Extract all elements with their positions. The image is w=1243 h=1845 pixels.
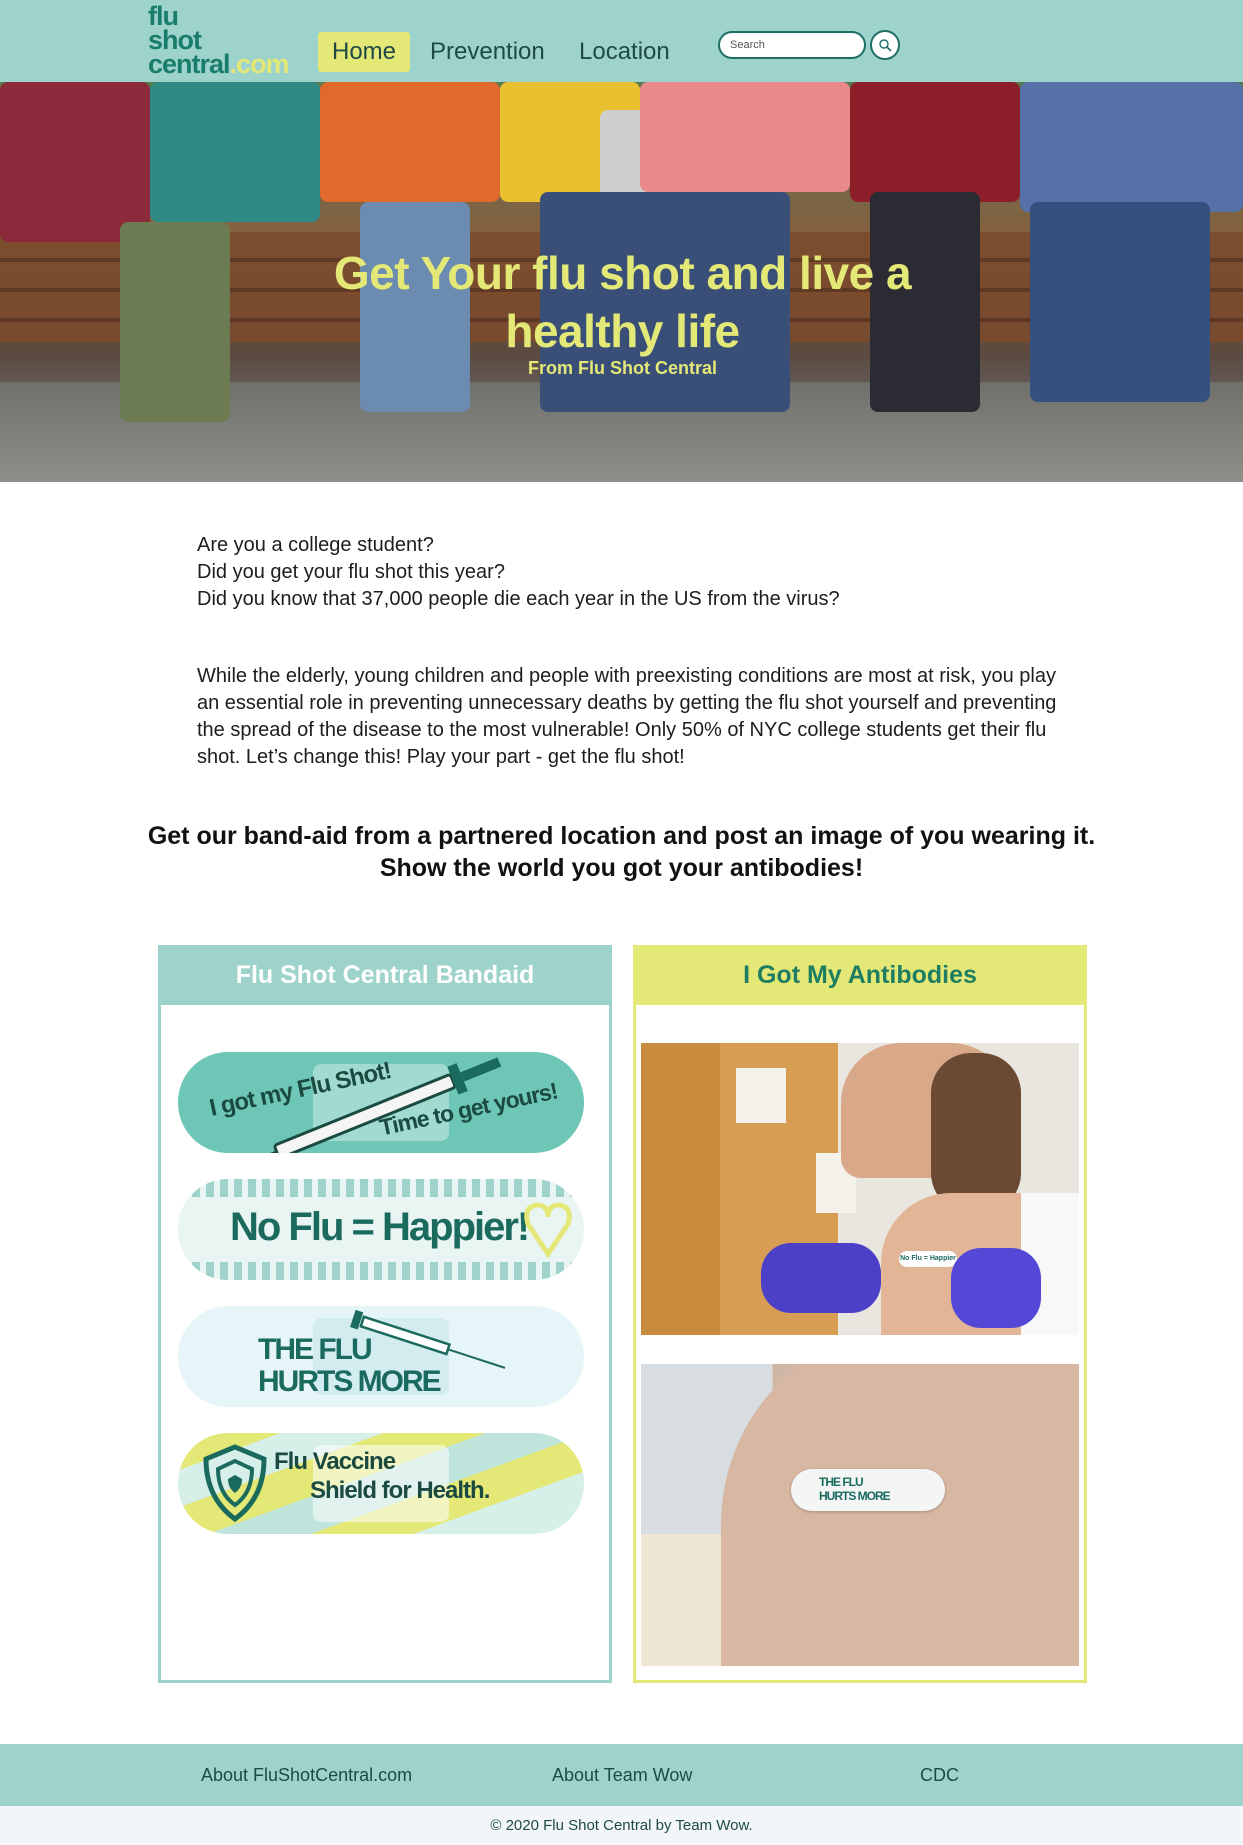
photo-bandaid-text: THE FLU HURTS MORE (819, 1475, 891, 1503)
hero-person (320, 82, 500, 202)
hero-person (1020, 82, 1243, 212)
shield-icon (203, 1444, 267, 1523)
search-input[interactable] (718, 31, 866, 59)
bandaid-text-line: THE FLU (819, 1475, 864, 1489)
bandaid-text-line: HURTS MORE (258, 1365, 442, 1398)
intro-questions: Are you a college student? Did you get y… (197, 532, 1077, 613)
footer-about-site-link[interactable]: About FluShotCentral.com (201, 1744, 412, 1806)
intro-question: Did you know that 37,000 people die each… (197, 588, 840, 610)
bandaid-text-line: Shield for Health. (310, 1477, 490, 1504)
site-logo[interactable]: flu shot central.com (148, 3, 290, 79)
hero-person (640, 82, 850, 192)
bandaid-text: THE FLU HURTS MORE (258, 1333, 442, 1398)
bandaid-stripe (178, 1179, 584, 1197)
bandaid-text: No Flu = Happier! (230, 1205, 530, 1249)
bandaid-text-line: THE FLU (258, 1333, 373, 1366)
bandaid-image-flu-shot: I got my Flu Shot! Time to get yours! (178, 1052, 584, 1153)
bandaid-image-happier: No Flu = Happier! (178, 1179, 584, 1280)
hero-person (150, 82, 320, 222)
photo-arm (721, 1364, 1079, 1666)
photo-glove-left (761, 1243, 881, 1313)
bandaid-text-line: Flu Vaccine (274, 1448, 396, 1475)
hero-person (0, 82, 150, 242)
search-button[interactable] (870, 30, 900, 60)
photo-woman-bandaid: No Flu = Happier (641, 1043, 1079, 1335)
cta-line-1: Get our band-aid from a partnered locati… (147, 822, 1096, 850)
hero-legs (1030, 202, 1210, 402)
intro-question: Are you a college student? (197, 534, 434, 556)
bandaid-text: Flu Vaccine Shield for Health. (274, 1447, 490, 1505)
hero-banner: Get Your flu shot and live a healthy lif… (0, 82, 1243, 482)
bandaid-image-flu-hurts: THE FLU HURTS MORE (178, 1306, 584, 1407)
footer: About FluShotCentral.com About Team Wow … (0, 1744, 1243, 1806)
heart-icon (524, 1202, 572, 1259)
footer-about-team-link[interactable]: About Team Wow (552, 1744, 692, 1806)
bandaid-image-vaccine-shield: Flu Vaccine Shield for Health. (178, 1433, 584, 1534)
hero-subtitle: From Flu Shot Central (528, 358, 717, 378)
photo-poster (736, 1068, 786, 1123)
hero-title: Get Your flu shot and live a healthy lif… (333, 247, 912, 357)
logo-dotcom: .com (229, 49, 290, 79)
hero-legs (120, 222, 230, 422)
photo-arm-bandaid: THE FLU HURTS MORE (641, 1364, 1079, 1666)
nav-prevention-link[interactable]: Prevention (416, 32, 559, 72)
copyright-text: © 2020 Flu Shot Central by Team Wow. (0, 1806, 1243, 1845)
footer-cdc-link[interactable]: CDC (920, 1744, 959, 1806)
photo-bandaid: No Flu = Happier (899, 1251, 957, 1267)
bandaid-card-title: Flu Shot Central Bandaid (161, 948, 609, 1005)
intro-question: Did you get your flu shot this year? (197, 561, 505, 583)
top-navbar: flu shot central.com Home Prevention Loc… (0, 0, 1243, 82)
photo-hair (931, 1053, 1021, 1213)
hero-person (850, 82, 1020, 202)
photo-bandaid: THE FLU HURTS MORE (791, 1469, 945, 1511)
nav-home-link[interactable]: Home (318, 32, 411, 72)
search-icon (879, 39, 892, 52)
antibodies-card-title: I Got My Antibodies (636, 948, 1084, 1005)
bandaid-stripe (178, 1262, 584, 1280)
bandaid-card: Flu Shot Central Bandaid I got my Flu Sh… (158, 945, 612, 1683)
call-to-action: Get our band-aid from a partnered locati… (130, 820, 1113, 884)
photo-glove-right (951, 1248, 1041, 1328)
intro-paragraph: While the elderly, young children and pe… (197, 665, 1057, 768)
nav-location-link[interactable]: Location (565, 32, 684, 72)
bandaid-text-line: HURTS MORE (819, 1489, 891, 1503)
logo-line-3: central (148, 49, 231, 79)
cta-line-2: Show the world you got your antibodies! (379, 854, 864, 882)
antibodies-card: I Got My Antibodies No Flu = Happier THE… (633, 945, 1087, 1683)
